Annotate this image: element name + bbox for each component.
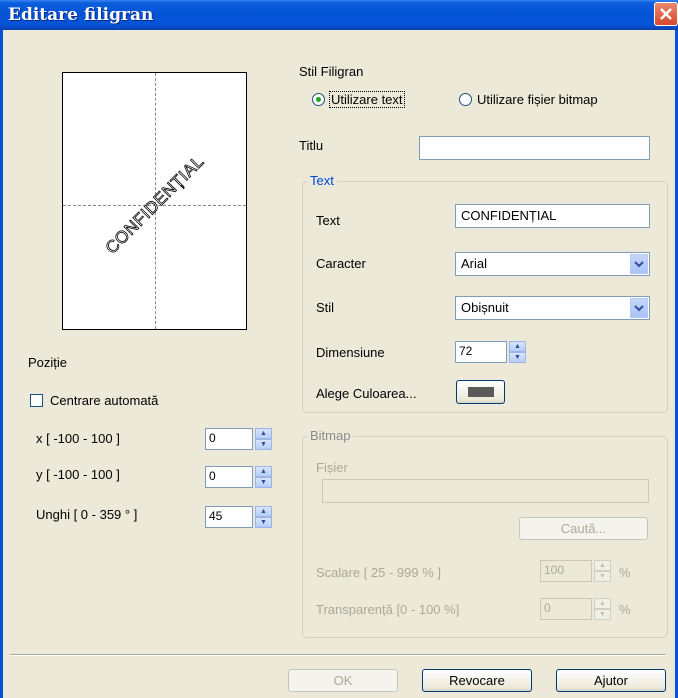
- auto-center-checkbox[interactable]: [30, 394, 43, 407]
- style-heading: Stil Filigran: [299, 64, 364, 79]
- style-label: Stil: [316, 300, 335, 315]
- watermark-preview: CONFIDENȚIAL: [62, 72, 247, 330]
- browse-button[interactable]: Caută...: [519, 517, 648, 540]
- y-input[interactable]: 0: [205, 466, 253, 488]
- style-select-value: Obișnuit: [461, 300, 509, 315]
- color-swatch: [467, 387, 494, 397]
- radio-use-bitmap[interactable]: [459, 93, 472, 106]
- spin-up-icon[interactable]: ▲: [255, 466, 272, 477]
- size-label: Dimensiune: [316, 345, 385, 360]
- transparency-unit: %: [619, 602, 631, 617]
- spin-down-icon[interactable]: ▼: [594, 609, 611, 620]
- chevron-down-icon[interactable]: [630, 254, 648, 274]
- scale-input[interactable]: 100: [540, 560, 592, 582]
- y-spinner[interactable]: ▲ ▼: [255, 466, 272, 488]
- x-label: x [ -100 - 100 ]: [36, 431, 120, 446]
- radio-use-text-label[interactable]: Utilizare text: [329, 91, 405, 108]
- close-icon: [660, 8, 672, 20]
- spin-down-icon[interactable]: ▼: [255, 439, 272, 450]
- spin-up-icon[interactable]: ▲: [594, 560, 611, 571]
- spin-down-icon[interactable]: ▼: [255, 477, 272, 488]
- angle-spinner[interactable]: ▲ ▼: [255, 506, 272, 528]
- title-input[interactable]: [419, 136, 650, 160]
- position-heading: Poziție: [28, 355, 68, 370]
- close-button[interactable]: [654, 2, 678, 26]
- text-label: Text: [316, 213, 340, 228]
- style-select[interactable]: Obișnuit: [455, 296, 650, 320]
- chevron-down-icon[interactable]: [630, 298, 648, 318]
- text-input[interactable]: CONFIDENȚIAL: [455, 204, 650, 228]
- transparency-input[interactable]: 0: [540, 598, 592, 620]
- y-label: y [ -100 - 100 ]: [36, 467, 120, 482]
- help-button[interactable]: Ajutor: [556, 669, 666, 692]
- ok-button[interactable]: OK: [288, 669, 398, 692]
- scale-unit: %: [619, 565, 631, 580]
- spin-up-icon[interactable]: ▲: [509, 341, 526, 352]
- spin-down-icon[interactable]: ▼: [594, 571, 611, 582]
- window-frame-left: [0, 30, 3, 698]
- size-spinner[interactable]: ▲ ▼: [509, 341, 526, 363]
- angle-label: Unghi [ 0 - 359 ° ]: [36, 507, 138, 522]
- footer-separator: [10, 654, 666, 656]
- font-select[interactable]: Arial: [455, 252, 650, 276]
- font-label: Caracter: [316, 256, 366, 271]
- text-group-heading: Text: [307, 173, 337, 188]
- file-label: Fișier: [316, 460, 348, 475]
- x-spinner[interactable]: ▲ ▼: [255, 428, 272, 450]
- spin-down-icon[interactable]: ▼: [255, 517, 272, 528]
- radio-use-text[interactable]: [312, 93, 325, 106]
- title-bar: Editare filigran: [0, 0, 678, 30]
- font-select-value: Arial: [461, 256, 488, 271]
- spin-up-icon[interactable]: ▲: [255, 428, 272, 439]
- scale-spinner[interactable]: ▲ ▼: [594, 560, 611, 582]
- spin-up-icon[interactable]: ▲: [594, 598, 611, 609]
- angle-input[interactable]: 45: [205, 506, 253, 528]
- size-input[interactable]: 72: [455, 341, 507, 363]
- file-input[interactable]: [322, 479, 649, 503]
- transparency-label: Transparență [0 - 100 %]: [316, 602, 460, 617]
- color-button[interactable]: [456, 380, 505, 404]
- x-input[interactable]: 0: [205, 428, 253, 450]
- bitmap-group-heading: Bitmap: [307, 428, 354, 443]
- transparency-spinner[interactable]: ▲ ▼: [594, 598, 611, 620]
- auto-center-label: Centrare automată: [50, 393, 159, 408]
- spin-up-icon[interactable]: ▲: [255, 506, 272, 517]
- window-title: Editare filigran: [8, 5, 154, 25]
- spin-down-icon[interactable]: ▼: [509, 352, 526, 363]
- color-label: Alege Culoarea...: [316, 386, 417, 401]
- title-label: Titlu: [299, 138, 324, 153]
- scale-label: Scalare [ 25 - 999 % ]: [316, 565, 442, 580]
- cancel-button[interactable]: Revocare: [422, 669, 532, 692]
- radio-use-bitmap-label[interactable]: Utilizare fișier bitmap: [477, 92, 598, 107]
